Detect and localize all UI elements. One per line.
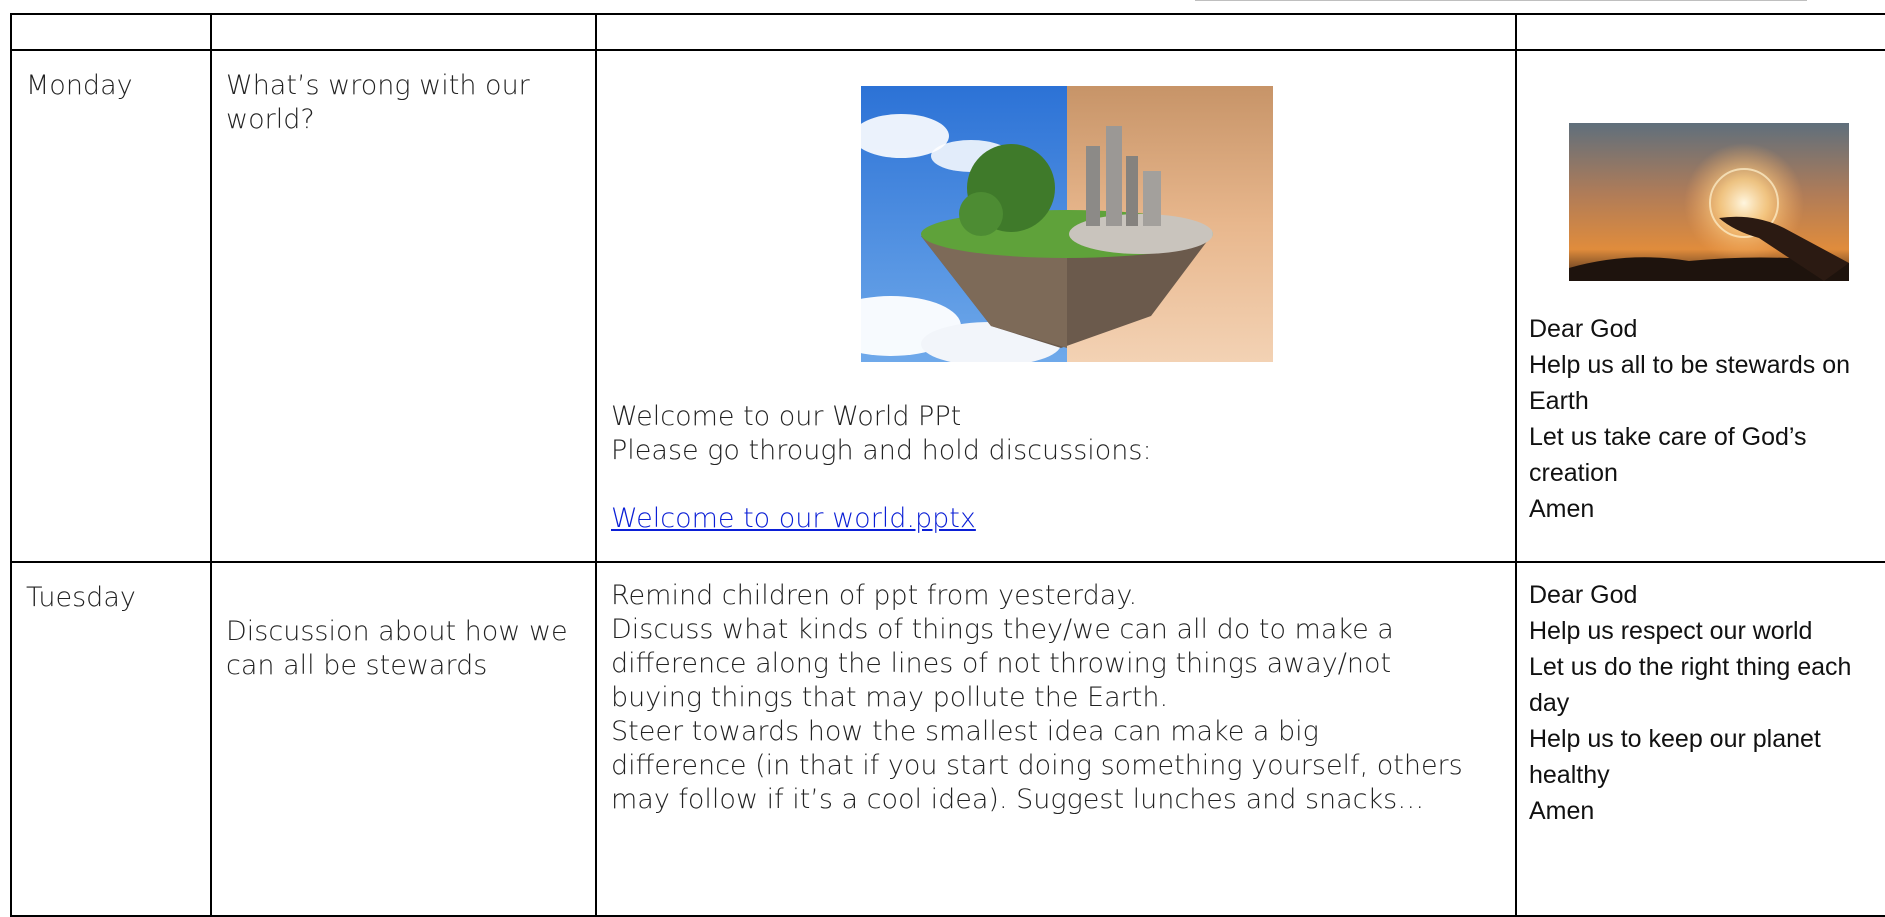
- prayer-line: creation: [1529, 459, 1618, 487]
- table-row: Monday What’s wrong with our world? Welc…: [10, 49, 1885, 563]
- floating-island-earth-image: [861, 86, 1273, 362]
- hands-sunset-image: [1569, 123, 1849, 281]
- activity-line: difference (in that if you start doing s…: [611, 750, 1463, 781]
- header-cell: [10, 13, 212, 51]
- activity-line: Discuss what kinds of things they/we can…: [611, 614, 1394, 645]
- prayer-line: healthy: [1529, 761, 1610, 789]
- lesson-plan-table: Monday What’s wrong with our world? Welc…: [10, 13, 1885, 917]
- prayer-line: Amen: [1529, 495, 1595, 523]
- header-cell: [210, 13, 597, 51]
- table-header-row: [10, 13, 1885, 51]
- activity-cell: Remind children of ppt from yesterday. D…: [595, 561, 1517, 917]
- prayer-line: Dear God: [1529, 315, 1638, 343]
- activity-line: buying things that may pollute the Earth…: [611, 682, 1169, 713]
- day-cell: Monday: [10, 49, 212, 563]
- prayer-line: Help us all to be stewards on: [1529, 351, 1851, 379]
- activity-cell: Welcome to our World PPt Please go throu…: [595, 49, 1517, 563]
- prayer-line: Dear God: [1529, 581, 1638, 609]
- activity-line: Please go through and hold discussions:: [611, 435, 1152, 466]
- activity-line: Steer towards how the smallest idea can …: [611, 716, 1319, 747]
- top-rule: [1195, 0, 1807, 1]
- topic-cell: What’s wrong with our world?: [210, 49, 597, 563]
- header-cell: [1515, 13, 1885, 51]
- topic-cell: Discussion about how we can all be stewa…: [210, 561, 597, 917]
- pptx-link[interactable]: Welcome to our world.pptx: [611, 502, 1501, 536]
- header-cell: [595, 13, 1517, 51]
- activity-line: may follow if it’s a cool idea). Suggest…: [611, 784, 1425, 815]
- prayer-cell: Dear God Help us all to be stewards on E…: [1515, 49, 1885, 563]
- prayer-line: Earth: [1529, 387, 1589, 415]
- prayer-line: Let us take care of God’s: [1529, 423, 1807, 451]
- prayer-line: day: [1529, 689, 1570, 717]
- activity-line: Remind children of ppt from yesterday.: [611, 580, 1138, 611]
- prayer-line: Help us to keep our planet: [1529, 725, 1821, 753]
- activity-line: Welcome to our World PPt: [611, 401, 962, 432]
- table-row: Tuesday Discussion about how we can all …: [10, 561, 1885, 917]
- prayer-line: Let us do the right thing each: [1529, 653, 1852, 681]
- prayer-cell: Dear God Help us respect our world Let u…: [1515, 561, 1885, 917]
- day-cell: Tuesday: [10, 561, 212, 917]
- prayer-line: Amen: [1529, 797, 1595, 825]
- prayer-line: Help us respect our world: [1529, 617, 1813, 645]
- activity-line: difference along the lines of not throwi…: [611, 648, 1392, 679]
